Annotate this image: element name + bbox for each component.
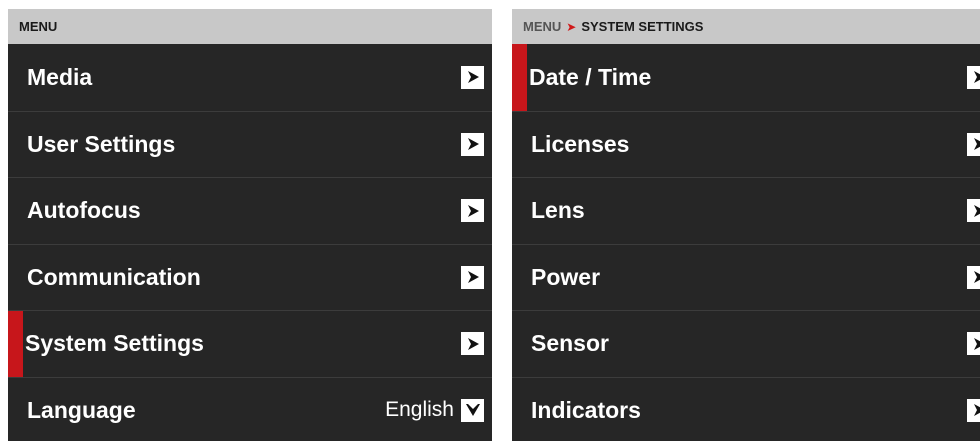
arrow-right-icon[interactable] [461,132,484,156]
menu-item-system-settings[interactable]: System Settings [8,310,492,377]
panel-header: MENU [8,9,492,44]
menu-item-media[interactable]: Media [8,44,492,111]
menu-item-licenses[interactable]: Licenses [512,110,980,178]
breadcrumb: MENU ➤ SYSTEM SETTINGS [512,9,980,44]
menu-item-language[interactable]: Language English [8,376,492,441]
menu-item-label: Date / Time [529,63,652,90]
menu-list: Media User Settings Autofocus Communicat… [8,44,492,441]
panel-title: MENU [19,19,58,34]
menu-item-label: Communication [27,263,201,290]
menu-item-label: Lens [531,197,585,224]
menu-item-indicators[interactable]: Indicators [512,376,980,441]
menu-item-user-settings[interactable]: User Settings [8,110,492,178]
language-value: English [385,398,454,422]
breadcrumb-separator-icon: ➤ [566,19,577,34]
chevron-down-icon[interactable] [461,398,484,422]
arrow-right-icon[interactable] [967,199,980,223]
selection-indicator [8,311,23,377]
menu-item-label: Licenses [531,130,630,157]
menu-item-label: Language [27,396,136,423]
arrow-right-icon[interactable] [461,332,484,356]
menu-item-lens[interactable]: Lens [512,177,980,244]
arrow-right-icon[interactable] [967,398,980,422]
breadcrumb-root[interactable]: MENU [523,19,561,34]
arrow-right-icon[interactable] [967,332,980,356]
breadcrumb-current: SYSTEM SETTINGS [581,19,704,34]
system-settings-panel: MENU ➤ SYSTEM SETTINGS Date / Time Licen… [512,9,980,441]
menu-item-label: System Settings [25,330,204,357]
menu-item-label: Power [531,263,601,290]
menu-list: Date / Time Licenses Lens Power Sensor I… [512,44,980,441]
arrow-right-icon[interactable] [461,65,484,89]
menu-item-label: User Settings [27,130,176,157]
arrow-right-icon[interactable] [967,132,980,156]
menu-item-label: Autofocus [27,197,141,224]
menu-item-autofocus[interactable]: Autofocus [8,177,492,244]
menu-item-label: Media [27,63,93,90]
menu-item-power[interactable]: Power [512,243,980,311]
menu-panel: MENU Media User Settings Autofocus Commu… [8,9,492,441]
arrow-right-icon[interactable] [461,265,484,289]
menu-item-communication[interactable]: Communication [8,243,492,311]
menu-item-sensor[interactable]: Sensor [512,310,980,377]
selection-indicator [512,44,527,111]
language-select[interactable]: English [385,398,484,422]
arrow-right-icon[interactable] [461,199,484,223]
menu-item-label: Indicators [531,396,641,423]
arrow-right-icon[interactable] [967,265,980,289]
menu-item-date-time[interactable]: Date / Time [512,44,980,111]
arrow-right-icon[interactable] [967,65,980,89]
menu-item-label: Sensor [531,330,609,357]
